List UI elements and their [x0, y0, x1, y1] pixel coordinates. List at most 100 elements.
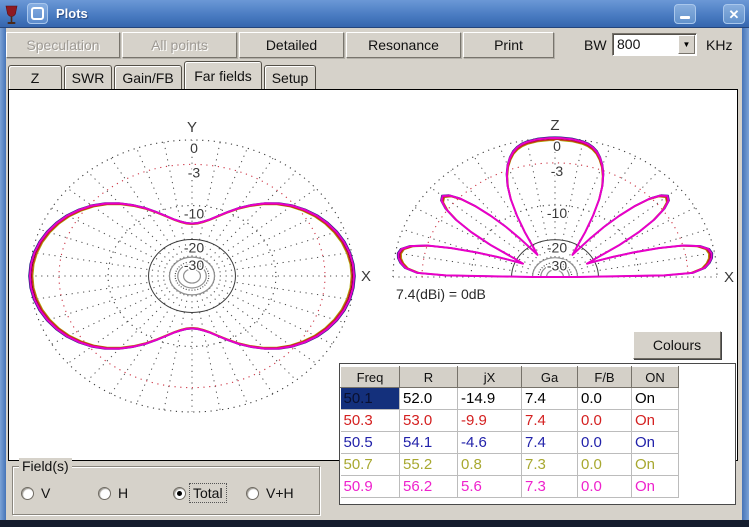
svg-text:X: X: [724, 269, 734, 286]
frequency-table-panel: Freq R jX Ga F/B ON 50.1 52.0 -14.9 7.4 …: [339, 363, 736, 505]
tab-strip: Z SWR Gain/FB Far fields Setup: [8, 60, 744, 89]
tab-far-fields[interactable]: Far fields: [184, 61, 262, 89]
table-cell: 54.1: [400, 432, 458, 454]
bw-dropdown-button[interactable]: ▼: [678, 35, 695, 54]
table-cell: 55.2: [400, 454, 458, 476]
colours-button[interactable]: Colours: [633, 331, 721, 359]
col-header-on[interactable]: ON: [632, 367, 679, 388]
table-cell: 0.8: [458, 454, 522, 476]
plots-window: { "titlebar": { "title": "Plots", "minim…: [0, 0, 749, 527]
radio-v-plus-h[interactable]: V+H: [246, 485, 296, 501]
svg-text:-30: -30: [547, 258, 567, 274]
freq-cell[interactable]: 50.7: [341, 454, 400, 476]
svg-text:0: 0: [553, 138, 561, 154]
table-row: 50.7 55.2 0.8 7.3 0.0 On: [341, 454, 679, 476]
table-row: 50.9 56.2 5.6 7.3 0.0 On: [341, 476, 679, 498]
svg-text:0: 0: [190, 140, 198, 156]
table-cell: 7.4: [522, 432, 578, 454]
freq-cell-selected[interactable]: 50.1: [341, 388, 400, 410]
svg-text:Z: Z: [550, 117, 559, 134]
table-cell: 7.3: [522, 454, 578, 476]
svg-text:-3: -3: [551, 163, 564, 179]
svg-text:-10: -10: [184, 206, 204, 222]
on-toggle-cell[interactable]: On: [632, 410, 679, 432]
table-cell: 52.0: [400, 388, 458, 410]
svg-text:-30: -30: [184, 257, 204, 273]
minimize-icon: [680, 16, 690, 19]
titlebar[interactable]: Plots ✕: [0, 0, 749, 28]
on-toggle-cell[interactable]: On: [632, 432, 679, 454]
table-cell: 5.6: [458, 476, 522, 498]
all-points-button[interactable]: All points: [122, 32, 237, 58]
col-header-fb[interactable]: F/B: [578, 367, 632, 388]
table-cell: 7.4: [522, 410, 578, 432]
table-row: 50.1 52.0 -14.9 7.4 0.0 On: [341, 388, 679, 410]
tab-z[interactable]: Z: [8, 65, 62, 89]
freq-cell[interactable]: 50.5: [341, 432, 400, 454]
table-cell: 0.0: [578, 476, 632, 498]
radio-icon[interactable]: [98, 487, 111, 500]
chevron-down-icon: ▼: [683, 41, 691, 49]
radio-icon[interactable]: [21, 487, 34, 500]
wine-glass-icon: [4, 5, 19, 25]
table-cell: -14.9: [458, 388, 522, 410]
table-cell: 56.2: [400, 476, 458, 498]
radio-h[interactable]: H: [98, 485, 130, 501]
freq-cell[interactable]: 50.3: [341, 410, 400, 432]
table-row: 50.5 54.1 -4.6 7.4 0.0 On: [341, 432, 679, 454]
resonance-button[interactable]: Resonance: [346, 32, 461, 58]
on-toggle-cell[interactable]: On: [632, 454, 679, 476]
window-resize-left[interactable]: [0, 28, 6, 521]
radio-checked-icon[interactable]: [173, 487, 186, 500]
svg-text:Y: Y: [187, 119, 197, 136]
tab-setup[interactable]: Setup: [264, 65, 316, 89]
radio-h-label: H: [116, 485, 130, 501]
on-toggle-cell[interactable]: On: [632, 388, 679, 410]
close-button[interactable]: ✕: [723, 4, 745, 24]
freq-cell[interactable]: 50.9: [341, 476, 400, 498]
table-cell: 7.3: [522, 476, 578, 498]
tab-swr[interactable]: SWR: [64, 65, 112, 89]
radio-v[interactable]: V: [21, 485, 52, 501]
frequency-table: Freq R jX Ga F/B ON 50.1 52.0 -14.9 7.4 …: [340, 366, 679, 498]
window-resize-right[interactable]: [742, 28, 749, 521]
fields-groupbox: Field(s) V H Total V+H: [12, 466, 320, 515]
radio-v-plus-h-label: V+H: [264, 485, 296, 501]
table-cell: 0.0: [578, 388, 632, 410]
radio-total-label: Total: [191, 485, 225, 501]
window-menu-icon[interactable]: [27, 3, 48, 24]
table-cell: 7.4: [522, 388, 578, 410]
radio-icon[interactable]: [246, 487, 259, 500]
bw-input[interactable]: [615, 35, 677, 52]
col-header-freq[interactable]: Freq: [341, 367, 400, 388]
fields-legend: Field(s): [19, 458, 72, 474]
gain-reference-annotation: 7.4(dBi) = 0dB: [396, 286, 486, 302]
svg-text:X: X: [361, 268, 371, 285]
close-icon: ✕: [729, 8, 740, 21]
tab-gain-fb[interactable]: Gain/FB: [114, 65, 182, 89]
table-cell: 0.0: [578, 410, 632, 432]
detailed-button[interactable]: Detailed: [239, 32, 344, 58]
table-cell: 53.0: [400, 410, 458, 432]
table-cell: -9.9: [458, 410, 522, 432]
col-header-ga[interactable]: Ga: [522, 367, 578, 388]
table-cell: 0.0: [578, 454, 632, 476]
col-header-jx[interactable]: jX: [458, 367, 522, 388]
svg-text:-20: -20: [184, 240, 204, 256]
print-button[interactable]: Print: [463, 32, 554, 58]
table-header-row: Freq R jX Ga F/B ON: [341, 367, 679, 388]
table-cell: -4.6: [458, 432, 522, 454]
khz-unit-label: KHz: [706, 37, 732, 53]
window-resize-bottom[interactable]: [0, 520, 749, 527]
toolbar: Speculation All points Detailed Resonanc…: [6, 28, 742, 60]
svg-text:-20: -20: [547, 240, 567, 256]
col-header-r[interactable]: R: [400, 367, 458, 388]
bw-combobox[interactable]: ▼: [612, 33, 697, 56]
on-toggle-cell[interactable]: On: [632, 476, 679, 498]
radio-total[interactable]: Total: [173, 485, 225, 501]
speculation-button[interactable]: Speculation: [6, 32, 120, 58]
radio-v-label: V: [39, 485, 52, 501]
svg-text:-10: -10: [547, 205, 567, 221]
table-cell: 0.0: [578, 432, 632, 454]
minimize-button[interactable]: [674, 4, 696, 24]
